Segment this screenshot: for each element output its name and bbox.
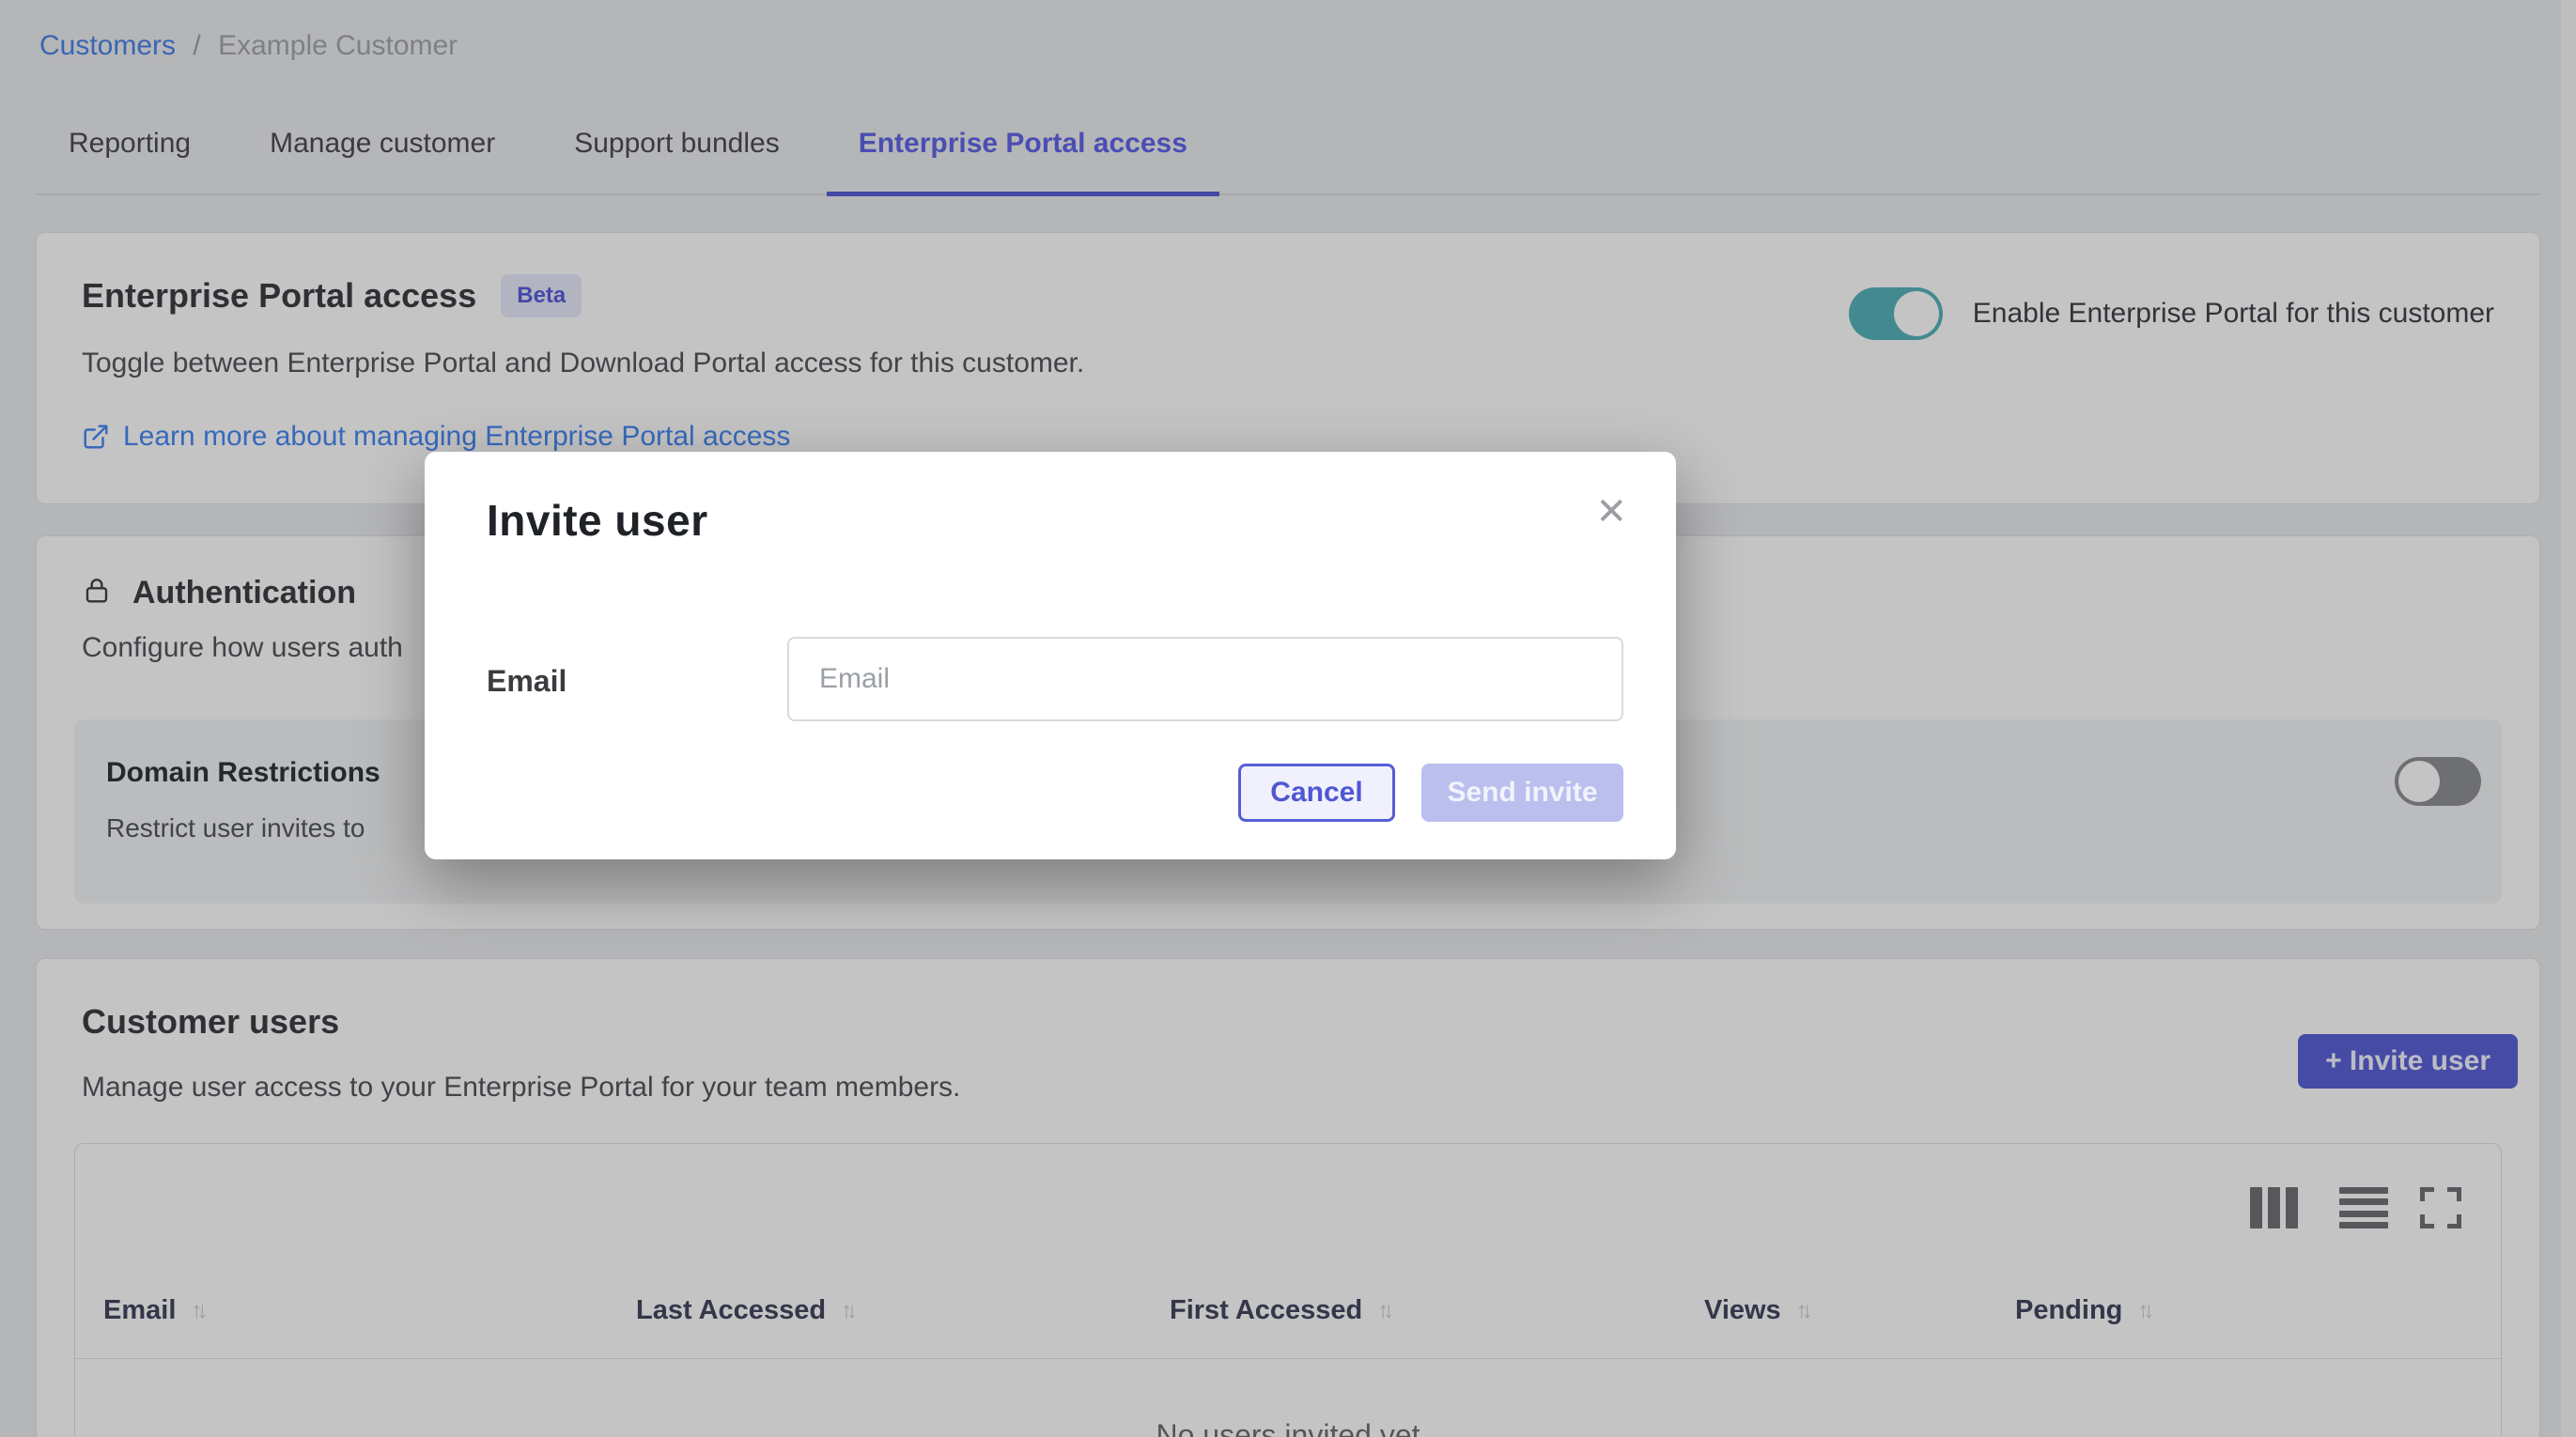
cancel-button[interactable]: Cancel — [1238, 764, 1395, 822]
invite-user-modal: Invite user ✕ Email Cancel Send invite — [425, 452, 1676, 859]
email-label: Email — [487, 664, 566, 699]
email-field[interactable] — [787, 637, 1623, 721]
close-icon[interactable]: ✕ — [1595, 493, 1627, 531]
page: Customers / Example Customer Reporting M… — [0, 0, 2576, 1437]
send-invite-button[interactable]: Send invite — [1421, 764, 1623, 822]
modal-title: Invite user — [487, 495, 708, 546]
